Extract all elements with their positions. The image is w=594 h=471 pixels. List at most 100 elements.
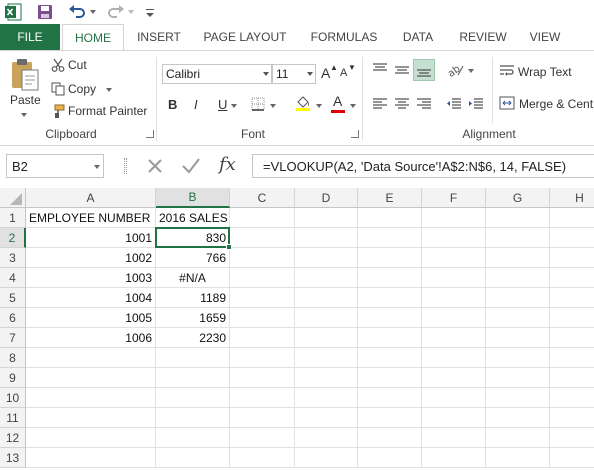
- cell-c11[interactable]: [230, 408, 295, 428]
- cell-g7[interactable]: [486, 328, 550, 348]
- tab-page-layout[interactable]: PAGE LAYOUT: [198, 24, 292, 50]
- cell-a13[interactable]: [26, 448, 156, 468]
- column-header-b[interactable]: B: [156, 188, 230, 208]
- paste-icon[interactable]: [8, 57, 44, 93]
- cell-f12[interactable]: [422, 428, 486, 448]
- font-color-button[interactable]: A: [333, 93, 342, 109]
- orientation-icon[interactable]: ab: [447, 61, 465, 79]
- cell-a8[interactable]: [26, 348, 156, 368]
- cell-h6[interactable]: [550, 308, 594, 328]
- cell-f3[interactable]: [422, 248, 486, 268]
- cell-g6[interactable]: [486, 308, 550, 328]
- cell-a1[interactable]: EMPLOYEE NUMBER: [26, 208, 156, 228]
- cell-a7[interactable]: 1006: [26, 328, 156, 348]
- column-header-c[interactable]: C: [230, 188, 295, 208]
- row-header-5[interactable]: 5: [0, 288, 26, 308]
- borders-icon[interactable]: [250, 96, 266, 112]
- cell-h10[interactable]: [550, 388, 594, 408]
- cell-h7[interactable]: [550, 328, 594, 348]
- cell-e5[interactable]: [358, 288, 422, 308]
- cell-e2[interactable]: [358, 228, 422, 248]
- cell-g13[interactable]: [486, 448, 550, 468]
- cell-e7[interactable]: [358, 328, 422, 348]
- cell-e13[interactable]: [358, 448, 422, 468]
- tab-insert[interactable]: INSERT: [130, 24, 188, 50]
- column-header-g[interactable]: G: [486, 188, 550, 208]
- cell-d3[interactable]: [295, 248, 358, 268]
- cell-a6[interactable]: 1005: [26, 308, 156, 328]
- row-header-9[interactable]: 9: [0, 368, 26, 388]
- column-header-e[interactable]: E: [358, 188, 422, 208]
- save-icon[interactable]: [36, 3, 54, 21]
- row-header-10[interactable]: 10: [0, 388, 26, 408]
- name-box-dropdown-icon[interactable]: [94, 165, 100, 169]
- cut-button[interactable]: Cut: [68, 58, 87, 72]
- cell-h12[interactable]: [550, 428, 594, 448]
- font-family-select[interactable]: Calibri: [162, 64, 272, 84]
- cell-f10[interactable]: [422, 388, 486, 408]
- cell-d6[interactable]: [295, 308, 358, 328]
- font-launcher-icon[interactable]: [351, 130, 359, 138]
- cell-f4[interactable]: [422, 268, 486, 288]
- increase-indent-icon[interactable]: [467, 95, 485, 113]
- font-size-select[interactable]: 11: [272, 64, 316, 84]
- cell-d11[interactable]: [295, 408, 358, 428]
- cell-b12[interactable]: [156, 428, 230, 448]
- orientation-dropdown-icon[interactable]: [468, 69, 474, 73]
- cut-icon[interactable]: [50, 57, 66, 73]
- cell-f2[interactable]: [422, 228, 486, 248]
- redo-icon[interactable]: [106, 3, 126, 21]
- cell-h9[interactable]: [550, 368, 594, 388]
- merge-center-button[interactable]: Merge & Cent: [519, 97, 593, 111]
- row-header-1[interactable]: 1: [0, 208, 26, 228]
- font-color-dropdown-icon[interactable]: [350, 104, 356, 108]
- cell-e8[interactable]: [358, 348, 422, 368]
- decrease-indent-icon[interactable]: [445, 95, 463, 113]
- cell-e6[interactable]: [358, 308, 422, 328]
- paste-button[interactable]: Paste: [10, 93, 41, 107]
- cell-g5[interactable]: [486, 288, 550, 308]
- cell-b3[interactable]: 766: [156, 248, 230, 268]
- underline-dropdown-icon[interactable]: [231, 104, 237, 108]
- cell-g1[interactable]: [486, 208, 550, 228]
- tab-formulas[interactable]: FORMULAS: [304, 24, 384, 50]
- cell-b13[interactable]: [156, 448, 230, 468]
- cell-d4[interactable]: [295, 268, 358, 288]
- row-header-4[interactable]: 4: [0, 268, 26, 288]
- tab-review[interactable]: REVIEW: [454, 24, 512, 50]
- cell-c2[interactable]: [230, 228, 295, 248]
- cell-g2[interactable]: [486, 228, 550, 248]
- cell-h5[interactable]: [550, 288, 594, 308]
- paste-dropdown-icon[interactable]: [21, 113, 27, 117]
- tab-file[interactable]: FILE: [0, 24, 60, 50]
- cell-g10[interactable]: [486, 388, 550, 408]
- cell-b10[interactable]: [156, 388, 230, 408]
- cell-c13[interactable]: [230, 448, 295, 468]
- cell-b6[interactable]: 1659: [156, 308, 230, 328]
- cell-b1[interactable]: 2016 SALES: [156, 208, 230, 228]
- cell-h2[interactable]: [550, 228, 594, 248]
- cell-d1[interactable]: [295, 208, 358, 228]
- cell-c9[interactable]: [230, 368, 295, 388]
- format-painter-button[interactable]: Format Painter: [68, 104, 147, 118]
- cell-d7[interactable]: [295, 328, 358, 348]
- tab-data[interactable]: DATA: [394, 24, 442, 50]
- cell-a5[interactable]: 1004: [26, 288, 156, 308]
- merge-center-icon[interactable]: [499, 95, 515, 111]
- row-header-3[interactable]: 3: [0, 248, 26, 268]
- formula-input[interactable]: =VLOOKUP(A2, 'Data Source'!A$2:N$6, 14, …: [252, 154, 594, 178]
- italic-button[interactable]: I: [194, 97, 198, 112]
- cell-b5[interactable]: 1189: [156, 288, 230, 308]
- cell-c5[interactable]: [230, 288, 295, 308]
- name-box[interactable]: B2: [6, 154, 104, 178]
- cell-g11[interactable]: [486, 408, 550, 428]
- cell-a12[interactable]: [26, 428, 156, 448]
- undo-icon[interactable]: [66, 3, 88, 21]
- cell-a9[interactable]: [26, 368, 156, 388]
- cell-c6[interactable]: [230, 308, 295, 328]
- wrap-text-button[interactable]: Wrap Text: [518, 65, 572, 79]
- cell-c4[interactable]: [230, 268, 295, 288]
- cell-c12[interactable]: [230, 428, 295, 448]
- cell-f7[interactable]: [422, 328, 486, 348]
- cell-a3[interactable]: 1002: [26, 248, 156, 268]
